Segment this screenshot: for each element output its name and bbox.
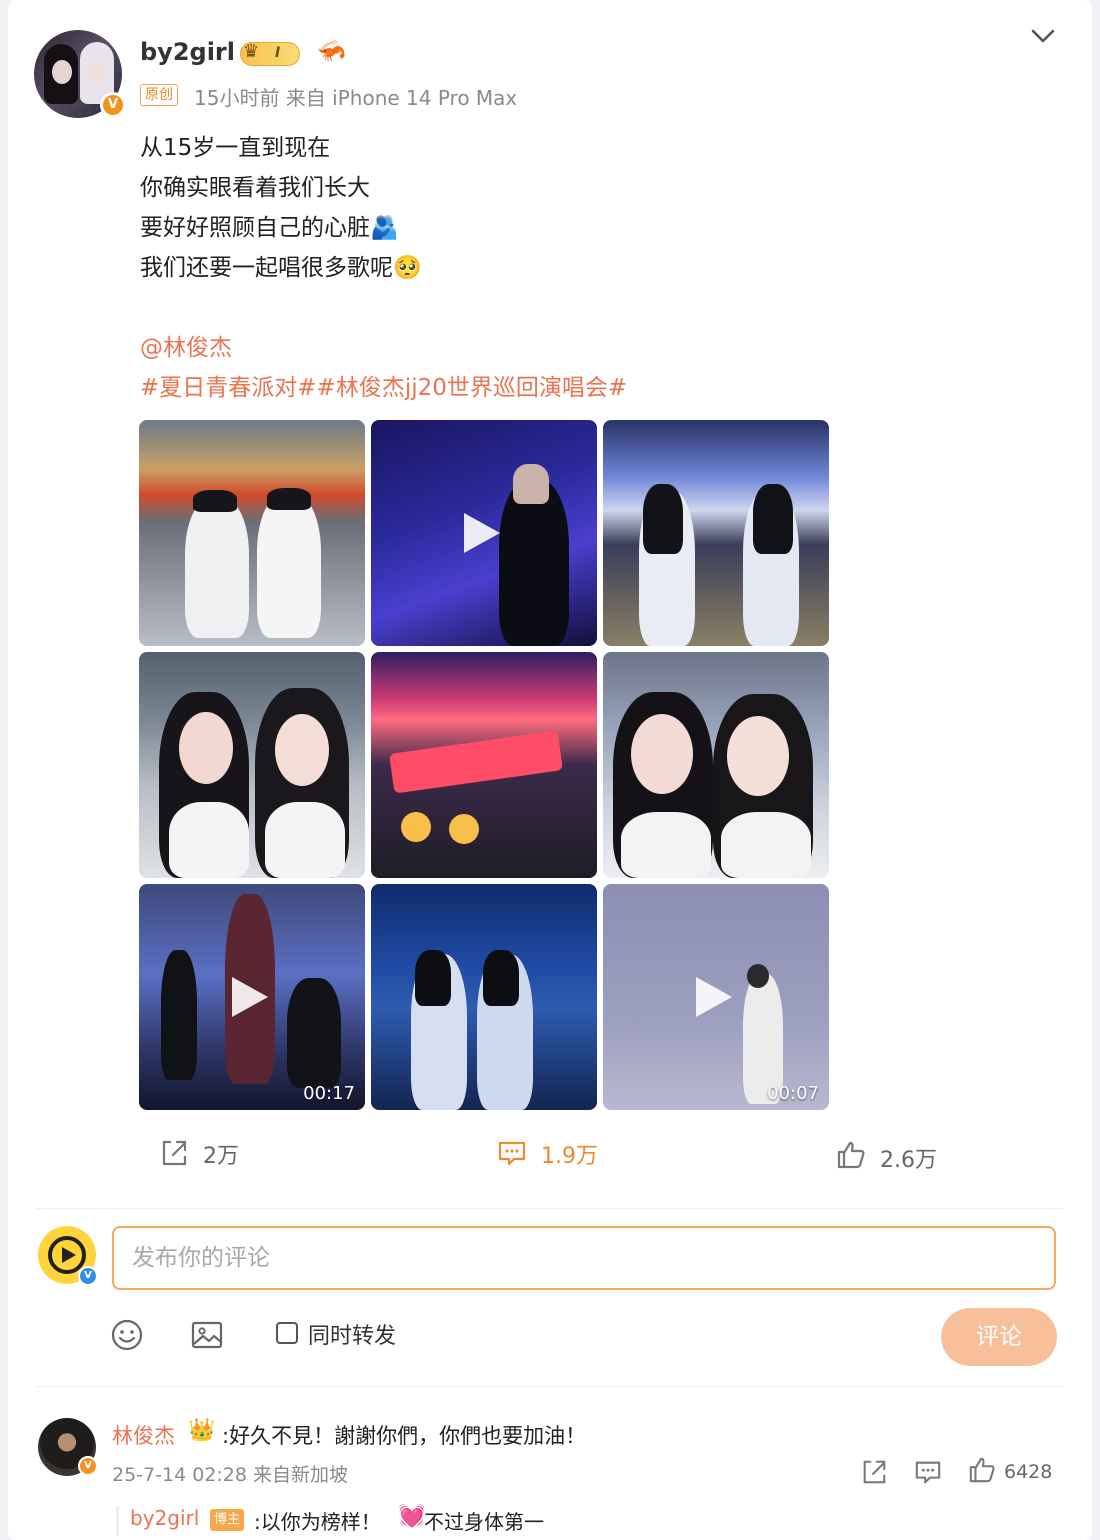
verified-badge-icon: V xyxy=(78,1456,98,1476)
heart-icon: 💓 xyxy=(398,1504,426,1529)
repost-icon[interactable] xyxy=(860,1458,888,1486)
video-duration: 00:07 xyxy=(767,1083,819,1104)
repost-checkbox-label[interactable]: 同时转发 xyxy=(308,1318,396,1350)
comment-meta: 25-7-14 02:28 来自新加坡 xyxy=(112,1464,348,1486)
media-thumb[interactable] xyxy=(603,652,829,878)
emoji-icon[interactable] xyxy=(110,1318,144,1352)
repost-checkbox[interactable] xyxy=(276,1322,298,1344)
image-icon[interactable] xyxy=(190,1318,224,1352)
reply-text: :以你为榜样！ xyxy=(254,1510,381,1534)
media-thumb[interactable] xyxy=(603,420,829,646)
post-card: V by2girl ♛ I 🦐 原创 15小时前 来自 iPhone 14 Pro… xyxy=(8,0,1092,1540)
video-duration: 00:17 xyxy=(303,1083,355,1104)
comment-button[interactable]: 1.9万 xyxy=(498,1138,598,1170)
thumbs-up-icon xyxy=(837,1141,865,1169)
comment-like-count: 6428 xyxy=(1004,1461,1053,1483)
media-thumb[interactable] xyxy=(139,652,365,878)
commenter-name[interactable]: 林俊杰 xyxy=(112,1420,175,1450)
comment-input[interactable] xyxy=(112,1226,1056,1290)
verified-badge-icon: V xyxy=(100,92,126,118)
post-text-line: 从15岁一直到现在 xyxy=(140,135,331,161)
repost-count: 2万 xyxy=(203,1144,239,1169)
author-tag: 博主 xyxy=(210,1509,245,1531)
media-thumb[interactable] xyxy=(371,652,597,878)
media-thumb[interactable] xyxy=(139,420,365,646)
media-thumb[interactable] xyxy=(371,884,597,1110)
chevron-down-icon[interactable] xyxy=(1028,24,1058,48)
reply-author[interactable]: by2girl xyxy=(130,1506,199,1530)
original-tag: 原创 xyxy=(140,84,178,106)
media-thumb-video[interactable] xyxy=(371,420,597,646)
verified-badge-icon: V xyxy=(78,1266,98,1286)
post-text-line: 我们还要一起唱很多歌呢🥺 xyxy=(140,255,422,281)
reply-indent xyxy=(116,1506,119,1536)
author-name[interactable]: by2girl xyxy=(140,38,235,66)
member-crown-icon[interactable]: ♛ I xyxy=(240,41,300,66)
divider xyxy=(36,1208,1064,1209)
reply-text-continued: 不过身体第一 xyxy=(424,1510,544,1534)
comment-text: :好久不見！謝謝你們，你們也要加油！ xyxy=(222,1424,587,1448)
submit-comment-button[interactable]: 评论 xyxy=(941,1308,1057,1366)
like-button[interactable]: 2.6万 xyxy=(837,1141,937,1174)
mention-link[interactable]: @林俊杰 xyxy=(140,328,232,362)
crown-icon: 👑 xyxy=(188,1418,216,1443)
media-thumb-video[interactable]: 00:17 xyxy=(139,884,365,1110)
post-text-line: 你确实眼看着我们长大 xyxy=(140,175,370,201)
fan-badge-icon[interactable]: 🦐 xyxy=(315,36,349,69)
play-icon xyxy=(464,513,500,553)
media-thumb-video[interactable]: 00:07 xyxy=(603,884,829,1110)
post-meta: 15小时前 来自 iPhone 14 Pro Max xyxy=(194,86,518,110)
like-count: 2.6万 xyxy=(880,1148,937,1173)
comment-icon[interactable] xyxy=(914,1458,942,1486)
member-level: I xyxy=(275,45,281,61)
post-text-line: 要好好照顾自己的心脏🫂 xyxy=(140,215,399,241)
thumbs-up-icon[interactable] xyxy=(968,1456,996,1484)
repost-icon xyxy=(162,1140,187,1166)
repost-button[interactable]: 2万 xyxy=(162,1138,239,1170)
play-icon xyxy=(696,977,732,1017)
comment-count: 1.9万 xyxy=(541,1144,598,1169)
play-icon xyxy=(232,977,268,1017)
comment-icon xyxy=(498,1141,526,1166)
hashtag-link[interactable]: #夏日青春派对##林俊杰jj20世界巡回演唱会# xyxy=(140,368,627,402)
divider xyxy=(36,1386,1064,1387)
